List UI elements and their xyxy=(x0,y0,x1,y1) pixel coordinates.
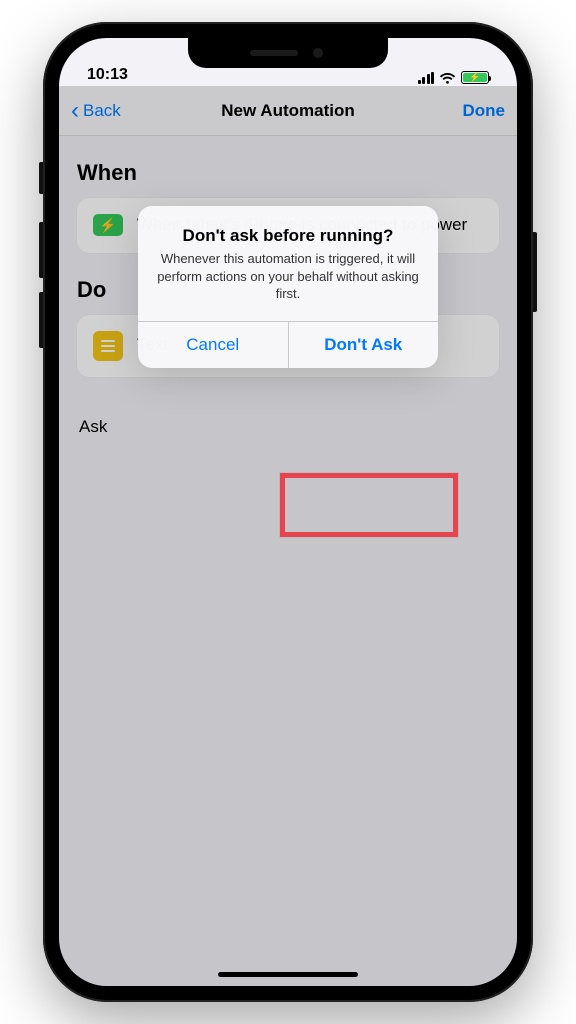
phone-frame: 10:13 ⚡ ‹ Back New Automation Done xyxy=(43,22,533,1002)
nav-bar: ‹ Back New Automation Done xyxy=(59,86,517,136)
when-heading: When xyxy=(77,160,499,186)
back-button[interactable]: ‹ Back xyxy=(71,99,121,123)
alert-backdrop: Don't ask before running? Whenever this … xyxy=(59,206,517,986)
dont-ask-button[interactable]: Don't Ask xyxy=(288,322,439,368)
cancel-button[interactable]: Cancel xyxy=(138,322,288,368)
page-title: New Automation xyxy=(221,101,354,121)
wifi-icon xyxy=(439,72,456,84)
confirmation-alert: Don't ask before running? Whenever this … xyxy=(138,206,438,368)
cellular-signal-icon xyxy=(418,72,435,84)
home-indicator[interactable] xyxy=(218,972,358,977)
screen: 10:13 ⚡ ‹ Back New Automation Done xyxy=(59,38,517,986)
alert-title: Don't ask before running? xyxy=(156,226,420,246)
status-right: ⚡ xyxy=(418,71,490,84)
done-button[interactable]: Done xyxy=(463,101,506,121)
content: ‹ Back New Automation Done When ⚡ When t… xyxy=(59,86,517,986)
back-label: Back xyxy=(83,101,121,121)
chevron-left-icon: ‹ xyxy=(71,99,79,123)
alert-message: Whenever this automation is triggered, i… xyxy=(156,250,420,303)
battery-charging-icon: ⚡ xyxy=(461,71,489,84)
notch xyxy=(188,38,388,68)
status-time: 10:13 xyxy=(87,66,128,84)
